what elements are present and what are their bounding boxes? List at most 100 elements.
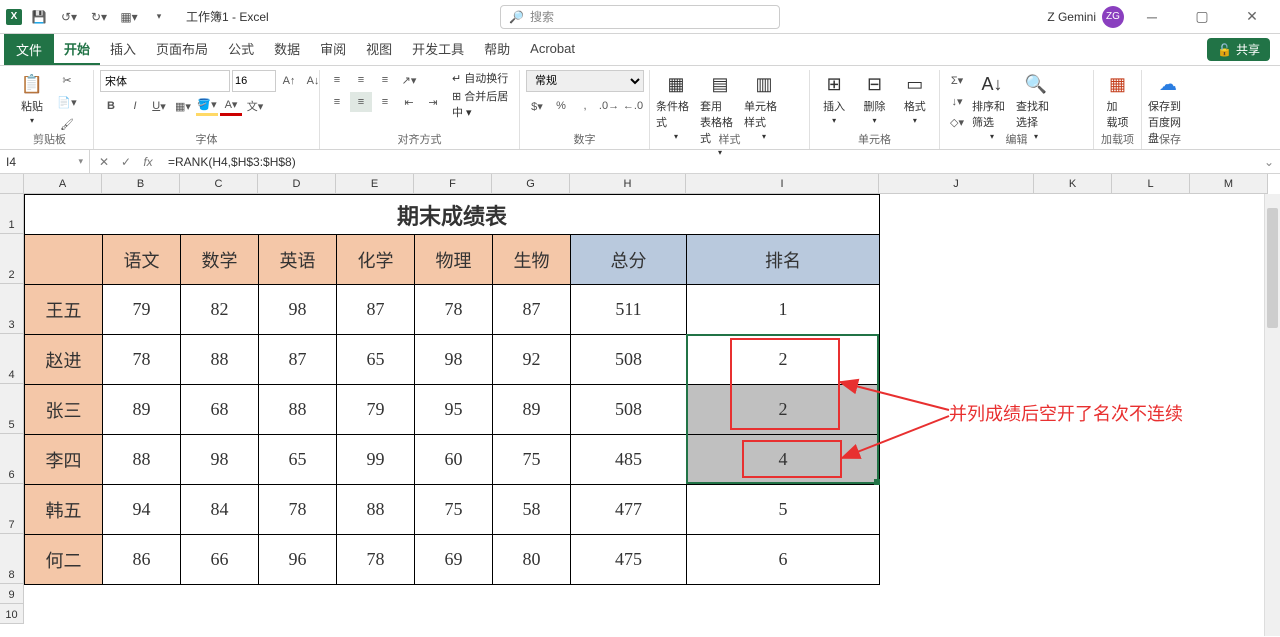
currency-icon[interactable]: $▾ <box>526 96 548 116</box>
col-header[interactable]: H <box>570 174 686 194</box>
border-button[interactable]: ▦▾ <box>172 96 194 116</box>
delete-cells-button[interactable]: ⊟删除▾ <box>856 70 892 125</box>
addins-button[interactable]: ▦加 载项 <box>1100 70 1135 130</box>
italic-button[interactable]: I <box>124 96 146 116</box>
tab-insert[interactable]: 插入 <box>100 34 146 65</box>
enter-formula-icon[interactable]: ✓ <box>116 152 136 172</box>
tab-review[interactable]: 审阅 <box>310 34 356 65</box>
align-bottom-icon[interactable]: ≡ <box>374 70 396 90</box>
tab-help[interactable]: 帮助 <box>474 34 520 65</box>
col-header[interactable]: F <box>414 174 492 194</box>
vertical-scrollbar[interactable] <box>1264 194 1280 636</box>
redo-icon[interactable]: ↻▾ <box>86 4 112 30</box>
col-header[interactable]: J <box>879 174 1034 194</box>
col-header[interactable]: B <box>102 174 180 194</box>
fx-icon[interactable]: fx <box>138 152 158 172</box>
group-save-label: 保存 <box>1142 131 1198 147</box>
name-box[interactable]: I4▾ <box>0 150 90 173</box>
col-header[interactable]: M <box>1190 174 1268 194</box>
table-cell: 78 <box>103 335 181 385</box>
tab-dev[interactable]: 开发工具 <box>402 34 474 65</box>
comma-icon[interactable]: , <box>574 96 596 116</box>
copy-icon[interactable]: 📄▾ <box>56 92 78 112</box>
save-icon[interactable]: 💾 <box>26 4 52 30</box>
col-header[interactable]: L <box>1112 174 1190 194</box>
tab-home[interactable]: 开始 <box>54 34 100 65</box>
col-header[interactable]: G <box>492 174 570 194</box>
wrap-text-button[interactable]: ↵ 自动换行 <box>452 70 513 86</box>
tab-acrobat[interactable]: Acrobat <box>520 34 585 65</box>
align-center-icon[interactable]: ≡ <box>350 92 372 112</box>
sum-icon[interactable]: Σ▾ <box>946 70 968 90</box>
orientation-icon[interactable]: ↗▾ <box>398 70 420 90</box>
cut-icon[interactable]: ✂ <box>56 70 78 90</box>
fill-color-button[interactable]: 🪣▾ <box>196 96 218 116</box>
cancel-formula-icon[interactable]: ✕ <box>94 152 114 172</box>
clear-icon[interactable]: ◇▾ <box>946 112 968 132</box>
format-cells-button[interactable]: ▭格式▾ <box>897 70 933 125</box>
expand-formula-bar-icon[interactable]: ⌄ <box>1258 155 1280 169</box>
col-header[interactable]: A <box>24 174 102 194</box>
paste-button[interactable]: 📋粘贴▾ <box>12 70 52 125</box>
user-avatar[interactable]: ZG <box>1102 6 1124 28</box>
table-cell: 何二 <box>25 535 103 585</box>
spreadsheet-grid[interactable]: 12345678910 ABCDEFGHIJKLM 期末成绩表语文数学英语化学物… <box>0 174 1280 636</box>
row-header[interactable]: 3 <box>0 284 24 334</box>
row-header[interactable]: 10 <box>0 604 24 624</box>
tab-formulas[interactable]: 公式 <box>218 34 264 65</box>
quick-access-icon[interactable]: ▦▾ <box>116 4 142 30</box>
qat-custom-icon[interactable]: ▾ <box>146 4 172 30</box>
row-header[interactable]: 9 <box>0 584 24 604</box>
row-header[interactable]: 5 <box>0 384 24 434</box>
group-styles-label: 样式 <box>650 131 809 147</box>
increase-font-icon[interactable]: A↑ <box>278 71 300 91</box>
tab-data[interactable]: 数据 <box>264 34 310 65</box>
align-top-icon[interactable]: ≡ <box>326 70 348 90</box>
select-all-corner[interactable] <box>0 174 24 194</box>
col-header[interactable]: I <box>686 174 879 194</box>
indent-dec-icon[interactable]: ⇤ <box>398 92 420 112</box>
row-header[interactable]: 4 <box>0 334 24 384</box>
percent-icon[interactable]: % <box>550 96 572 116</box>
phonetic-icon[interactable]: 文▾ <box>244 96 266 116</box>
font-size-select[interactable] <box>232 70 276 92</box>
row-header[interactable]: 1 <box>0 194 24 234</box>
group-clipboard-label: 剪贴板 <box>6 131 93 147</box>
table-cell: 赵进 <box>25 335 103 385</box>
search-box[interactable]: 🔎 搜索 <box>500 5 780 29</box>
align-middle-icon[interactable]: ≡ <box>350 70 372 90</box>
share-button[interactable]: 🔓 共享 <box>1207 38 1270 61</box>
table-cell: 王五 <box>25 285 103 335</box>
table-cell: 88 <box>103 435 181 485</box>
font-color-button[interactable]: A▾ <box>220 96 242 116</box>
row-header[interactable]: 2 <box>0 234 24 284</box>
bold-button[interactable]: B <box>100 96 122 116</box>
close-button[interactable]: ✕ <box>1230 2 1274 32</box>
align-right-icon[interactable]: ≡ <box>374 92 396 112</box>
tab-layout[interactable]: 页面布局 <box>146 34 218 65</box>
row-header[interactable]: 8 <box>0 534 24 584</box>
row-header[interactable]: 7 <box>0 484 24 534</box>
col-header[interactable]: E <box>336 174 414 194</box>
indent-inc-icon[interactable]: ⇥ <box>422 92 444 112</box>
minimize-button[interactable]: ─ <box>1130 2 1174 32</box>
tab-view[interactable]: 视图 <box>356 34 402 65</box>
underline-button[interactable]: U▾ <box>148 96 170 116</box>
undo-icon[interactable]: ↺▾ <box>56 4 82 30</box>
tab-file[interactable]: 文件 <box>4 34 54 65</box>
increase-decimal-icon[interactable]: .0→ <box>598 96 620 116</box>
align-left-icon[interactable]: ≡ <box>326 92 348 112</box>
table-cell: 82 <box>181 285 259 335</box>
number-format-select[interactable]: 常规 <box>526 70 644 92</box>
col-header[interactable]: K <box>1034 174 1112 194</box>
col-header[interactable]: D <box>258 174 336 194</box>
merge-center-button[interactable]: ⊞ 合并后居中 ▾ <box>452 88 513 120</box>
window-title: 工作簿1 - Excel <box>186 8 269 25</box>
row-header[interactable]: 6 <box>0 434 24 484</box>
font-name-select[interactable] <box>100 70 230 92</box>
decrease-decimal-icon[interactable]: ←.0 <box>622 96 644 116</box>
insert-cells-button[interactable]: ⊞插入▾ <box>816 70 852 125</box>
fill-icon[interactable]: ↓▾ <box>946 91 968 111</box>
col-header[interactable]: C <box>180 174 258 194</box>
maximize-button[interactable]: ▢ <box>1180 2 1224 32</box>
